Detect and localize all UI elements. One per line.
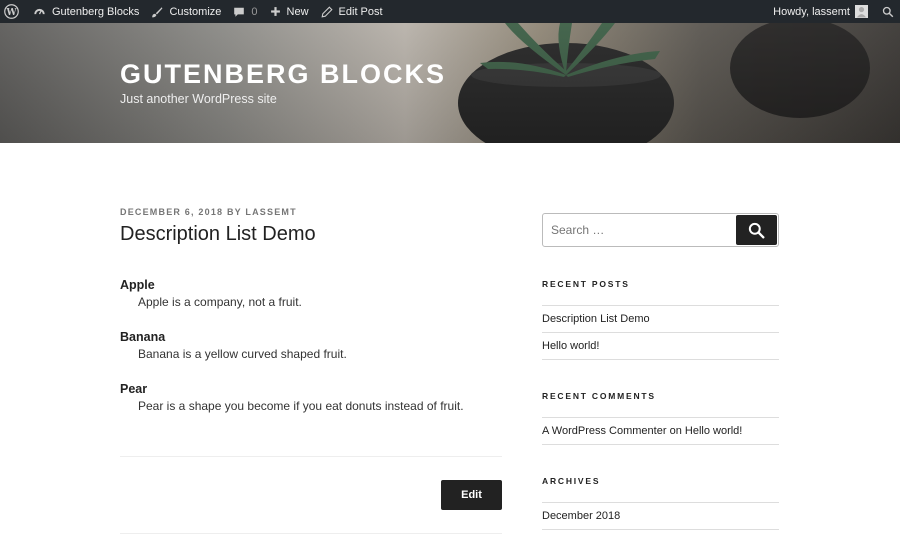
brush-icon xyxy=(151,6,163,18)
recent-posts-title: RECENT POSTS xyxy=(542,279,630,289)
dashboard-icon xyxy=(33,5,46,18)
site-name-label: Gutenberg Blocks xyxy=(52,5,140,18)
site-description: Just another WordPress site xyxy=(120,92,277,106)
post-title: Description List Demo xyxy=(120,223,316,245)
search-icon xyxy=(748,222,765,238)
search-input[interactable] xyxy=(543,222,736,238)
search-submit-button[interactable] xyxy=(736,215,777,245)
howdy-label: Howdy, lassemt xyxy=(773,5,850,18)
term-banana: Banana xyxy=(120,330,166,344)
new-label: New xyxy=(286,5,309,18)
avatar-icon xyxy=(855,5,868,18)
site-title[interactable]: GUTENBERG BLOCKS xyxy=(120,59,446,90)
divider xyxy=(120,533,502,534)
search-form xyxy=(542,213,779,247)
admin-bar: W Gutenberg Blocks Customize 0 New Edit … xyxy=(0,0,900,23)
post-date-link[interactable]: DECEMBER 6, 2018 xyxy=(120,207,223,217)
desc-pear: Pear is a shape you become if you eat do… xyxy=(138,399,464,413)
wp-logo-menu[interactable]: W xyxy=(0,0,27,23)
divider xyxy=(120,456,502,457)
desc-banana: Banana is a yellow curved shaped fruit. xyxy=(138,347,347,361)
recent-post-link[interactable]: Description List Demo xyxy=(542,305,779,332)
comment-post-link[interactable]: Hello world! xyxy=(685,425,742,437)
customize-label: Customize xyxy=(169,5,222,18)
desc-apple: Apple is a company, not a fruit. xyxy=(138,295,302,309)
search-icon xyxy=(882,6,894,17)
comment-author-link[interactable]: A WordPress Commenter xyxy=(542,425,667,437)
adminbar-search[interactable] xyxy=(874,0,900,23)
comment-on-label: on xyxy=(669,425,682,437)
edit-post-link[interactable]: Edit Post xyxy=(315,0,389,23)
post-meta: DECEMBER 6, 2018 BY LASSEMT xyxy=(120,207,297,217)
recent-post-link[interactable]: Hello world! xyxy=(542,332,779,360)
edit-post-label: Edit Post xyxy=(338,5,383,18)
term-pear: Pear xyxy=(120,382,148,396)
site-header: GUTENBERG BLOCKS Just another WordPress … xyxy=(0,23,900,143)
new-content-menu[interactable]: New xyxy=(264,0,315,23)
recent-posts-list: Description List Demo Hello world! xyxy=(542,305,779,360)
comment-icon xyxy=(233,6,245,18)
customize-link[interactable]: Customize xyxy=(145,0,227,23)
pencil-icon xyxy=(321,5,333,18)
account-menu[interactable]: Howdy, lassemt xyxy=(767,0,874,23)
post-author-link[interactable]: LASSEMT xyxy=(245,207,296,217)
archive-link[interactable]: December 2018 xyxy=(542,502,779,530)
archives-title: ARCHIVES xyxy=(542,476,601,486)
site-name-menu[interactable]: Gutenberg Blocks xyxy=(27,0,145,23)
comments-count: 0 xyxy=(251,5,258,18)
recent-comments-title: RECENT COMMENTS xyxy=(542,391,656,401)
plus-icon xyxy=(270,6,281,17)
archives-list: December 2018 xyxy=(542,502,779,530)
recent-comments-list: A WordPress Commenter on Hello world! xyxy=(542,417,779,445)
description-list: Apple Apple is a company, not a fruit. B… xyxy=(120,277,502,433)
post-by-label: BY xyxy=(226,207,242,217)
wordpress-logo-icon: W xyxy=(4,4,19,19)
term-apple: Apple xyxy=(120,278,155,292)
recent-comment-item: A WordPress Commenter on Hello world! xyxy=(542,417,779,445)
svg-text:W: W xyxy=(5,8,17,18)
edit-button[interactable]: Edit xyxy=(441,480,502,510)
comments-link[interactable]: 0 xyxy=(227,0,263,23)
